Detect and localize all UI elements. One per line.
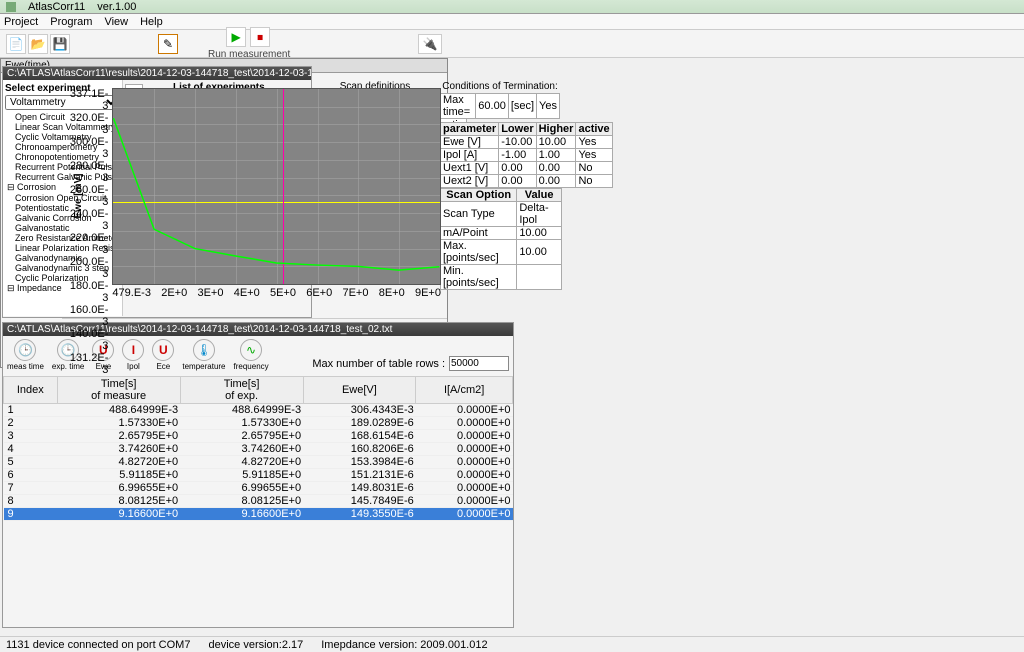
table-row[interactable]: 1488.64999E-3488.64999E-3306.4343E-30.00…	[4, 404, 513, 417]
meas-time-button[interactable]: 🕒meas time	[7, 339, 44, 371]
app-icon	[6, 2, 16, 12]
ipol-button[interactable]: IIpol	[122, 339, 144, 371]
table-row[interactable]: 88.08125E+08.08125E+0145.7849E-60.0000E+…	[4, 495, 513, 508]
cond-title: Conditions of Termination:	[440, 80, 560, 93]
data-table: IndexTime[s]of measureTime[s]of exp.Ewe[…	[3, 376, 513, 521]
conditions-termination: Conditions of Termination: Max time=60.0…	[440, 80, 560, 188]
table-row[interactable]: 43.74260E+03.74260E+0160.8206E-60.0000E+…	[4, 443, 513, 456]
app-version: ver.1.00	[97, 1, 136, 13]
run-label: Run measurement	[208, 49, 290, 60]
run-icon[interactable]: ▶	[226, 27, 246, 47]
table-row[interactable]: 32.65795E+02.65795E+0168.6154E-60.0000E+…	[4, 430, 513, 443]
status-device: 1131 device connected on port COM7	[6, 639, 190, 651]
max-rows-label: Max number of table rows :	[312, 358, 445, 370]
max-rows-input[interactable]	[449, 356, 509, 371]
device-icon[interactable]: 🔌	[418, 34, 442, 54]
app-title: AtlasCorr11	[28, 1, 85, 13]
menubar: Project Program View Help	[0, 14, 1024, 30]
frequency-button[interactable]: ∿frequency	[234, 339, 269, 371]
table-row[interactable]: 99.16600E+09.16600E+0149.3550E-60.0000E+…	[4, 508, 513, 521]
chart-area: Ewe [mV] 337.1E-3320.0E-3300.0E-3280.0E-…	[64, 88, 441, 303]
menu-help[interactable]: Help	[140, 16, 163, 28]
table-row[interactable]: 54.82720E+04.82720E+0153.3984E-60.0000E+…	[4, 456, 513, 469]
status-imp-ver: Imepdance version: 2009.001.012	[321, 639, 487, 651]
save-icon[interactable]: 💾	[50, 34, 70, 54]
menu-view[interactable]: View	[104, 16, 128, 28]
table-row[interactable]: 65.91185E+05.91185E+0151.2131E-60.0000E+…	[4, 469, 513, 482]
stop-icon[interactable]: ⏹	[250, 27, 270, 47]
open-icon[interactable]: 📂	[28, 34, 48, 54]
statusbar: 1131 device connected on port COM7 devic…	[0, 636, 1024, 652]
status-dev-ver: device version:2.17	[208, 639, 303, 651]
table-row[interactable]: 21.57330E+01.57330E+0189.0289E-60.0000E+…	[4, 417, 513, 430]
table-row[interactable]: 76.99655E+06.99655E+0149.8031E-60.0000E+…	[4, 482, 513, 495]
toolbar: 📄 📂 💾 ✎ ▶ ⏹ Run measurement 🔌	[0, 30, 1024, 58]
menu-project[interactable]: Project	[4, 16, 38, 28]
titlebar: AtlasCorr11 ver.1.00	[0, 0, 1024, 14]
new-icon[interactable]: 📄	[6, 34, 26, 54]
ece-button[interactable]: UEce	[152, 339, 174, 371]
menu-program[interactable]: Program	[50, 16, 92, 28]
scan-options: Scan OptionValue Scan TypeDelta-IpolmA/P…	[440, 188, 562, 290]
temperature-button[interactable]: 🌡temperature	[182, 339, 225, 371]
panel-path: C:\ATLAS\AtlasCorr11\results\2014-12-03-…	[3, 67, 311, 80]
edit-icon[interactable]: ✎	[158, 34, 178, 54]
